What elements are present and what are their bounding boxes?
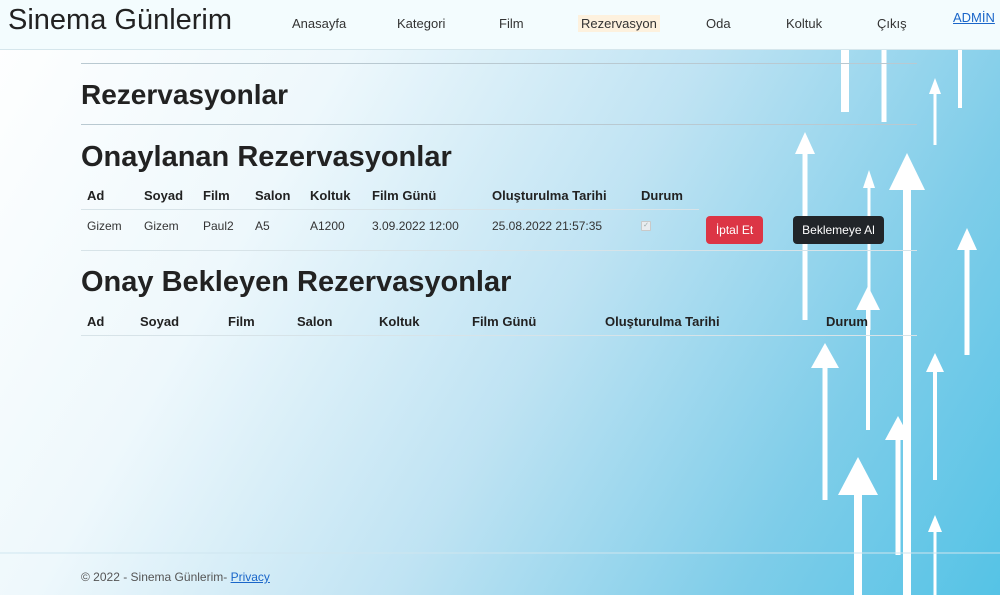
divider-title (81, 124, 917, 125)
col-header-salon: Salon (255, 188, 291, 203)
nav-item-film[interactable]: Film (499, 16, 524, 31)
footer: © 2022 - Sinema Günlerim- Privacy (81, 570, 270, 584)
nav-item-oda[interactable]: Oda (706, 16, 731, 31)
pending-col-header-ad: Ad (87, 314, 105, 329)
col-header-film: Film (203, 188, 230, 203)
col-header-ad: Ad (87, 188, 105, 203)
brand-logo[interactable]: Sinema Günlerim (8, 4, 232, 37)
col-header-durum: Durum (641, 188, 683, 203)
pending-col-header-durum: Durum (826, 314, 868, 329)
cell-koltuk: A1200 (310, 219, 345, 233)
col-header-film-gunu: Film Günü (372, 188, 437, 203)
cell-film-gunu: 3.09.2022 12:00 (372, 219, 459, 233)
cell-soyad: Gizem (144, 219, 179, 233)
pending-table-header-line (81, 335, 917, 336)
nav-item-koltuk[interactable]: Koltuk (786, 16, 822, 31)
cell-salon: A5 (255, 219, 270, 233)
pending-col-header-film-gunu: Film Günü (472, 314, 537, 329)
nav-item-anasayfa[interactable]: Anasayfa (292, 16, 346, 31)
nav-item-cikis[interactable]: Çıkış (877, 16, 907, 31)
table-bottom-line (81, 250, 917, 251)
cell-olusturma: 25.08.2022 21:57:35 (492, 219, 603, 233)
cancel-button[interactable]: İptal Et (706, 216, 763, 244)
cell-film: Paul2 (203, 219, 234, 233)
page-title: Rezervasyonlar (81, 79, 289, 110)
pending-col-header-soyad: Soyad (140, 314, 180, 329)
pending-col-header-film: Film (228, 314, 255, 329)
admin-user-link[interactable]: ADMİN (953, 10, 995, 25)
pending-col-header-koltuk: Koltuk (379, 314, 420, 329)
main-content: Rezervasyonlar Onaylanan Rezervasyonlar … (0, 0, 1000, 595)
col-header-koltuk: Koltuk (310, 188, 351, 203)
nav-item-rezervasyon[interactable]: Rezervasyon (578, 15, 660, 32)
nav-item-kategori[interactable]: Kategori (397, 16, 445, 31)
divider-top (81, 63, 917, 64)
pending-col-header-olusturma: Oluşturulma Tarihi (605, 314, 720, 329)
hold-button[interactable]: Beklemeye Al (793, 216, 884, 244)
approved-section-title: Onaylanan Rezervasyonlar (81, 141, 452, 173)
cell-ad: Gizem (87, 219, 122, 233)
durum-checkbox[interactable]: ✓ (641, 221, 651, 231)
col-header-soyad: Soyad (144, 188, 184, 203)
privacy-link[interactable]: Privacy (231, 570, 270, 584)
pending-col-header-salon: Salon (297, 314, 333, 329)
top-navbar: Sinema Günlerim Anasayfa Kategori Film R… (0, 0, 1000, 50)
footer-copyright: © 2022 - Sinema Günlerim- (81, 570, 228, 584)
pending-section-title: Onay Bekleyen Rezervasyonlar (81, 266, 512, 298)
table-header-line (81, 209, 699, 210)
col-header-olusturma: Oluşturulma Tarihi (492, 188, 607, 203)
